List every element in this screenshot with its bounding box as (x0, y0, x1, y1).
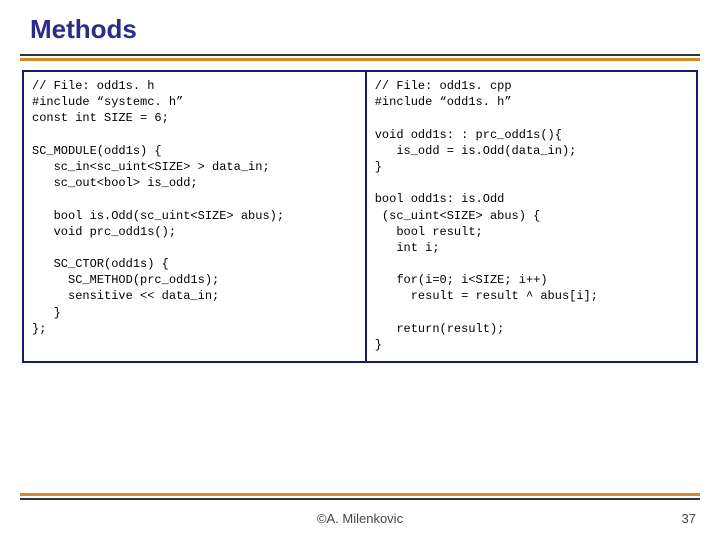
code-right: // File: odd1s. cpp #include “odd1s. h” … (367, 72, 696, 361)
page-number: 37 (682, 511, 696, 526)
footer-author: ©A. Milenkovic (0, 511, 720, 526)
code-box: // File: odd1s. h #include “systemc. h” … (22, 70, 698, 363)
code-left: // File: odd1s. h #include “systemc. h” … (24, 72, 367, 361)
title-rule-dark (20, 54, 700, 56)
page-title: Methods (30, 14, 137, 45)
slide: Methods // File: odd1s. h #include “syst… (0, 0, 720, 540)
footer-rule-dark (20, 498, 700, 500)
footer-rule-orange (20, 493, 700, 496)
title-rule-orange (20, 58, 700, 61)
